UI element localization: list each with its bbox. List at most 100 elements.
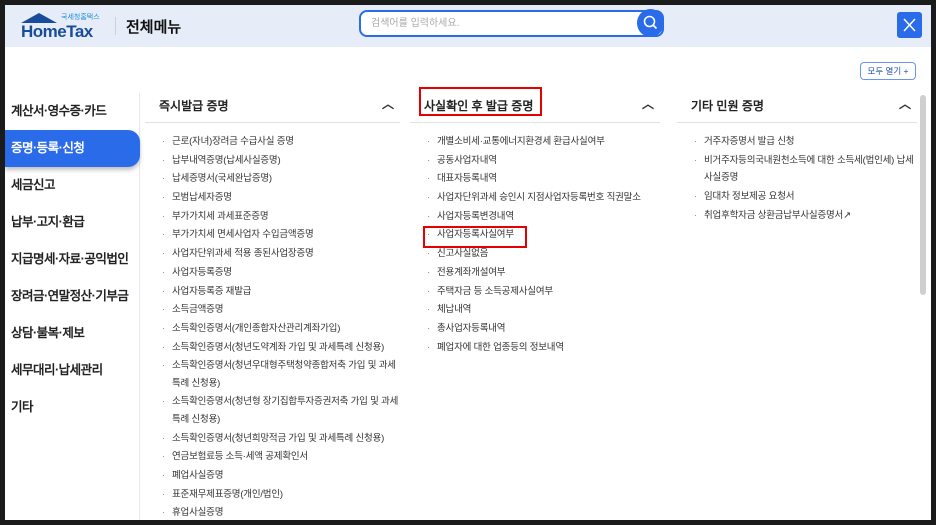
logo-text: HomeTax [21,22,93,41]
hometax-logo[interactable]: 국세청홈택스 HomeTax [19,11,111,41]
menu-link[interactable]: 소득확인증명서(개인종합자산관리계좌가입) [145,320,400,339]
sidebar-item[interactable]: 계산서·영수증·카드 [5,93,139,130]
menu-link[interactable]: 거주자증명서 발급 신청 [677,133,917,152]
search-button[interactable] [637,9,664,37]
menu-link[interactable]: 소득확인증명서(청년우대형주택청약종합저축 가입 및 과세특례 신청용) [145,357,400,393]
sidebar-item[interactable]: 세무대리·납세관리 [5,352,139,389]
close-button[interactable] [897,12,922,38]
menu-link[interactable]: 폐업사실증명 [145,467,400,486]
menu-link[interactable]: 임대차 정보제공 요청서 [677,188,917,207]
chevron-up-icon[interactable]: ︿ [382,95,394,112]
menu-link[interactable]: 연금보험료등 소득·세액 공제확인서 [145,448,400,467]
sidebar-item[interactable]: 기타 [5,389,139,426]
sidebar-item[interactable]: 지급명세·자료·공익법인 [5,241,139,278]
menu-link[interactable]: 총사업자등록내역 [410,320,660,339]
search-icon [643,15,658,30]
menu-link-label: 연금보험료등 소득·세액 공제확인서 [172,451,308,463]
column-title: 즉시발급 증명 [159,99,229,113]
sidebar-item[interactable]: 세금신고 [5,167,139,204]
menu-link-label: 취업후학자금 상환금납부사실증명서 [704,209,844,221]
menu-link[interactable]: 취업후학자금 상환금납부사실증명서↗ [677,207,917,226]
menu-link[interactable]: 개별소비세·교통에너지환경세 환급사실여부 [410,133,660,152]
menu-link-label: 부가가치세 과세표준증명 [172,210,269,222]
menu-link-label: 휴업사실증명 [172,507,224,519]
menu-link-label: 사업자단위과세 적용 종된사업장증명 [172,248,314,260]
menu-link[interactable]: 사업자단위과세 적용 종된사업장증명 [145,245,400,264]
column-other-certificates: 기타 민원 증명 ︿ 거주자증명서 발급 신청비거주자등의국내원천소득에 대한 소… [677,93,917,225]
menu-link-label: 신고사실없음 [437,248,489,260]
menu-link-label: 소득확인증명서(청년희망적금 가입 및 과세특례 신청용) [172,432,385,444]
menu-link-label: 소득확인증명서(청년도약계좌 가입 및 과세특례 신청용) [172,341,385,353]
full-menu-page: 국세청홈택스 HomeTax 전체메뉴 모두 열기 + 계산서·영수증·카드증명… [5,5,931,520]
menu-link-label: 사업자등록증명 [172,266,232,278]
column-title: 기타 민원 증명 [691,99,764,113]
menu-link[interactable]: 표준재무제표증명(개인/법인) [145,486,400,505]
page-title: 전체메뉴 [126,19,182,36]
menu-link-label: 근로(자녀)장려금 수급사실 증명 [172,136,294,147]
menu-link[interactable]: 모범납세자증명 [145,189,400,208]
search-input[interactable] [361,12,621,35]
sidebar: 계산서·영수증·카드 증명·등록·신청 세금신고 납부·고지·환급 지급명세·자료·공익… [5,93,140,520]
menu-link[interactable]: 부가가치세 과세표준증명 [145,208,400,227]
menu-link-label: 거주자증명서 발급 신청 [704,136,795,147]
menu-link[interactable]: 사업자등록증 재발급 [145,283,400,302]
menu-link[interactable]: 공동사업자내역 [410,152,660,171]
menu-link[interactable]: 소득확인증명서(청년형 장기집합투자증권저축 가입 및 과세특례 신청용) [145,393,400,429]
sidebar-item[interactable]: 상담·불복·제보 [5,315,139,352]
menu-link-label: 공동사업자내역 [437,154,497,166]
highlight-box-heading [419,87,542,116]
menu-link-label: 부가가치세 면세사업자 수입금액증명 [172,229,314,241]
menu-link[interactable]: 납부내역증명(납세사실증명) [145,152,400,171]
menu-link[interactable]: 주택자금 등 소득공제사실여부 [410,283,660,302]
menu-link-label: 사업자등록증 재발급 [172,285,252,297]
menu-link-label: 대표자등록내역 [437,173,497,185]
menu-link[interactable]: 사업자단위과세 승인시 지점사업자등록번호 직권말소 [410,189,660,208]
menu-link[interactable]: 사업자등록변경내역 [410,208,660,227]
menu-link[interactable]: 근로(자녀)장려금 수급사실 증명 [145,133,400,152]
chevron-up-icon[interactable]: ︿ [642,95,654,112]
menu-link[interactable]: 소득확인증명서(청년도약계좌 가입 및 과세특례 신청용) [145,339,400,358]
menu-link-label: 소득금액증명 [172,304,224,316]
menu-link[interactable]: 폐업자에 대한 업종등의 정보내역 [410,339,660,358]
sidebar-item[interactable]: 납부·고지·환급 [5,204,139,241]
menu-link-label: 폐업사실증명 [172,470,224,481]
scrollbar[interactable] [920,95,926,295]
menu-link-label: 폐업자에 대한 업종등의 정보내역 [437,341,564,353]
menu-link-label: 소득확인증명서(청년우대형주택청약종합저축 가입 및 과세특례 신청용) [172,360,396,389]
item-list: 근로(자녀)장려금 수급사실 증명납부내역증명(납세사실증명) 납세증명서(국세완… [145,133,400,520]
chevron-up-icon[interactable]: ︿ [899,95,911,112]
menu-link-label: 표준재무제표증명(개인/법인) [172,488,283,500]
menu-link-label: 소득확인증명서(개인종합자산관리계좌가입) [172,322,341,334]
menu-link[interactable]: 소득금액증명 [145,301,400,320]
menu-link-label: 소득확인증명서(청년형 장기집합투자증권저축 가입 및 과세특례 신청용) [172,396,399,425]
sidebar-item[interactable]: 장려금·연말정산·기부금 [5,278,139,315]
menu-link-label: 주택자금 등 소득공제사실여부 [437,285,553,297]
menu-link-label: 사업자등록변경내역 [437,210,514,222]
menu-link[interactable]: 휴업사실증명 [145,504,400,520]
menu-link-label: 납세증명서(국세완납증명) [172,173,272,185]
menu-link[interactable]: 사업자등록증명 [145,264,400,283]
item-list: 거주자증명서 발급 신청비거주자등의국내원천소득에 대한 소득세(법인세) 납세… [677,133,917,225]
close-icon [903,18,916,32]
menu-link-label: 납부내역증명(납세사실증명) [172,154,281,166]
open-all-button[interactable]: 모두 열기 + [860,62,916,80]
menu-link[interactable]: 부가가치세 면세사업자 수입금액증명 [145,226,400,245]
menu-link[interactable]: 소득확인증명서(청년희망적금 가입 및 과세특례 신청용) [145,430,400,449]
menu-link-label: 개별소비세·교통에너지환경세 환급사실여부 [437,136,605,147]
search-box [359,10,664,37]
menu-link-label: 전용계좌개설여부 [437,266,506,278]
menu-link[interactable]: 비거주자등의국내원천소득에 대한 소득세(법인세) 납세사실증명 [677,152,917,188]
menu-link-label: 임대차 정보제공 요청서 [704,190,795,202]
sidebar-item[interactable]: 증명·등록·신청 [5,130,140,167]
menu-link[interactable]: 납세증명서(국세완납증명) [145,170,400,189]
menu-link-label: 모범납세자증명 [172,192,232,204]
menu-link-label: 총사업자등록내역 [437,322,506,334]
divider [115,17,116,35]
highlight-box-item [423,226,527,248]
menu-link[interactable]: 체납내역 [410,301,660,320]
external-link-icon: ↗ [843,209,851,221]
header: 국세청홈택스 HomeTax 전체메뉴 [5,5,931,47]
menu-link[interactable]: 대표자등록내역 [410,170,660,189]
menu-link[interactable]: 전용계좌개설여부 [410,264,660,283]
logo-subtitle: 국세청홈택스 [61,14,100,21]
